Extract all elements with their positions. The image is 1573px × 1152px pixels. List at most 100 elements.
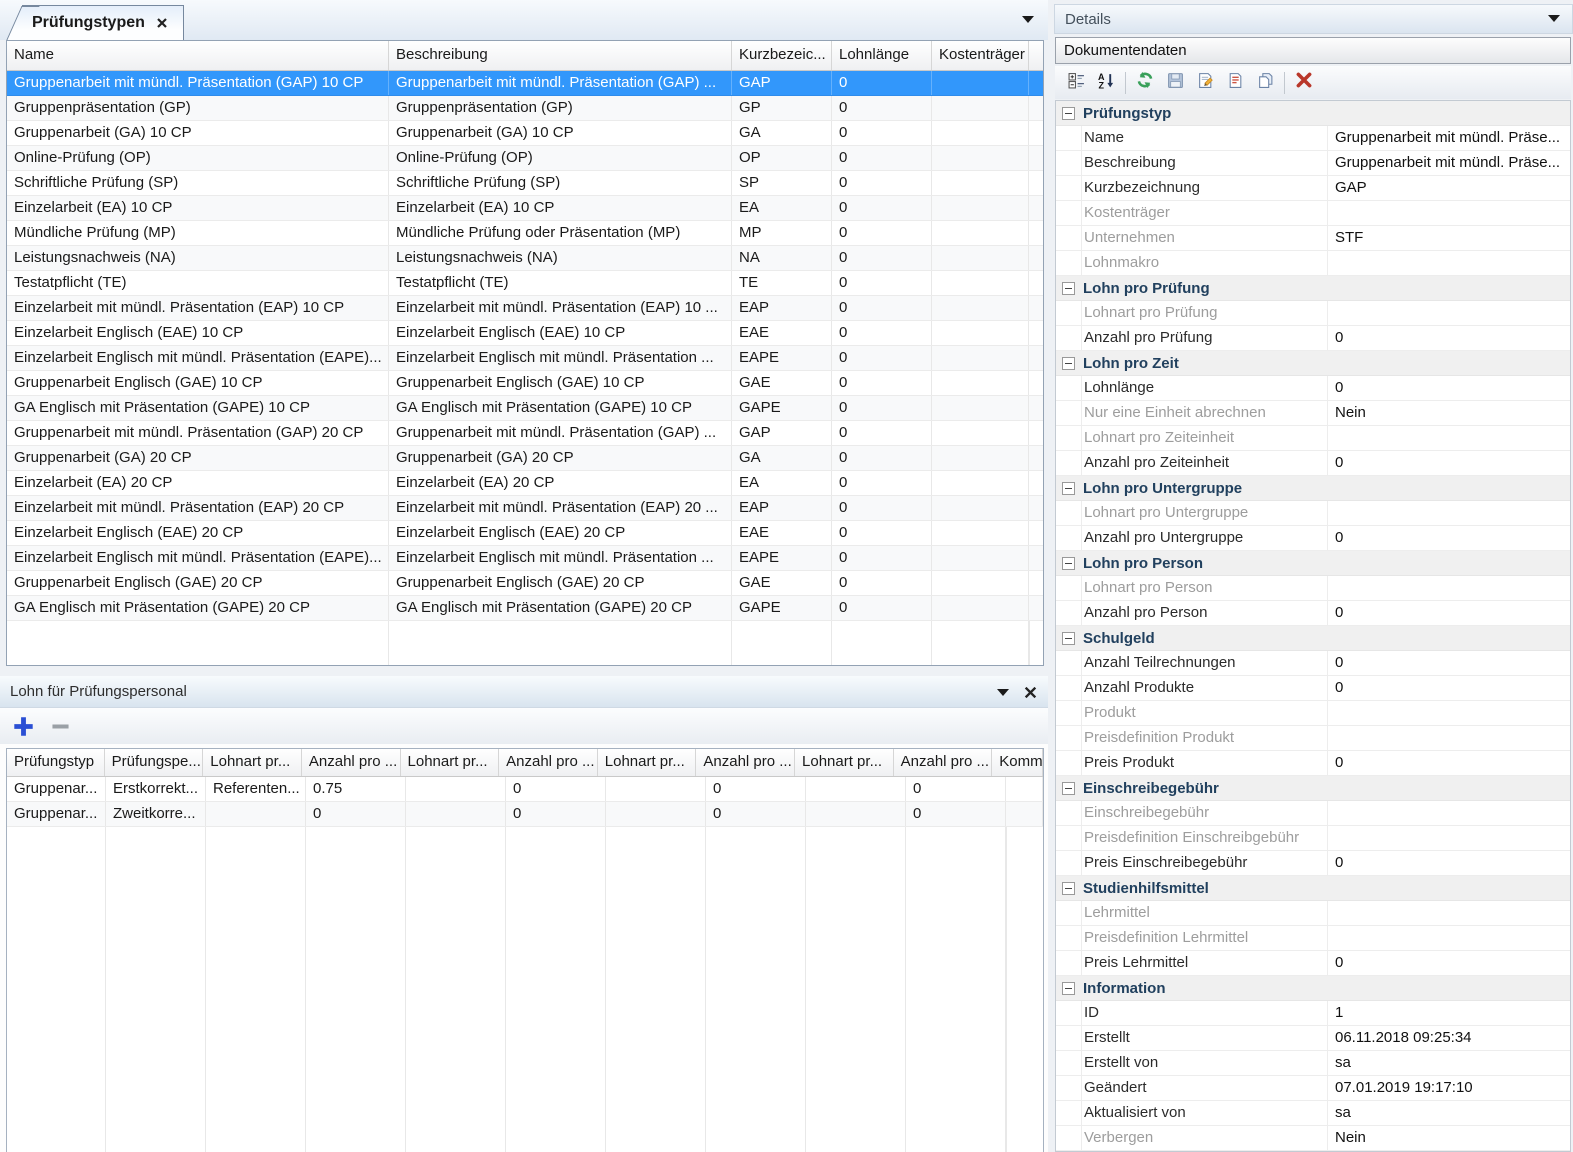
wage-row[interactable]: Gruppenar...Erstkorrekt...Referenten...0…	[7, 777, 1043, 802]
exam-type-column-header[interactable]: Lohnlänge	[832, 41, 932, 70]
exam-type-row[interactable]: Gruppenpräsentation (GP)Gruppenpräsentat…	[7, 96, 1043, 121]
document-data-bar[interactable]: Dokumentendaten	[1055, 37, 1571, 64]
property-value[interactable]: 0	[1327, 526, 1570, 550]
property-value[interactable]: 0	[1327, 451, 1570, 475]
property-value[interactable]: 0	[1327, 751, 1570, 775]
property-group-header[interactable]: Studienhilfsmittel	[1056, 876, 1570, 901]
property-row[interactable]: Preisdefinition Einschreibgebühr	[1056, 826, 1570, 851]
property-value[interactable]: sa	[1327, 1051, 1570, 1075]
wage-row[interactable]: Gruppenar...Zweitkorre...0000	[7, 802, 1043, 827]
property-group-header[interactable]: Lohn pro Prüfung	[1056, 276, 1570, 301]
wage-column-header[interactable]: Lohnart pr...	[598, 749, 697, 776]
property-row[interactable]: Lohnmakro	[1056, 251, 1570, 276]
exam-type-row[interactable]: Einzelarbeit Englisch mit mündl. Präsent…	[7, 546, 1043, 571]
property-row[interactable]: ID1	[1056, 1001, 1570, 1026]
property-value[interactable]	[1327, 301, 1570, 325]
property-row[interactable]: Anzahl Teilrechnungen0	[1056, 651, 1570, 676]
property-value[interactable]: 0	[1327, 951, 1570, 975]
exam-type-row[interactable]: Einzelarbeit Englisch mit mündl. Präsent…	[7, 346, 1043, 371]
collapse-minus-icon[interactable]	[1062, 107, 1075, 120]
categorized-button[interactable]	[1061, 70, 1091, 96]
add-row-button[interactable]	[12, 715, 35, 738]
wage-column-header[interactable]: Lohnart pr...	[203, 749, 302, 776]
collapse-minus-icon[interactable]	[1062, 632, 1075, 645]
property-value[interactable]: 07.01.2019 19:17:10	[1327, 1076, 1570, 1100]
exam-type-row[interactable]: Gruppenarbeit Englisch (GAE) 20 CPGruppe…	[7, 571, 1043, 596]
property-value[interactable]: 0	[1327, 376, 1570, 400]
exam-type-row[interactable]: Einzelarbeit mit mündl. Präsentation (EA…	[7, 496, 1043, 521]
property-row[interactable]: Preisdefinition Produkt	[1056, 726, 1570, 751]
property-value[interactable]: Nein	[1327, 1126, 1570, 1150]
property-value[interactable]	[1327, 726, 1570, 750]
property-value[interactable]: Nein	[1327, 401, 1570, 425]
wage-column-header[interactable]: Prüfungspe...	[105, 749, 204, 776]
property-row[interactable]: Preis Lehrmittel0	[1056, 951, 1570, 976]
property-row[interactable]: Preisdefinition Lehrmittel	[1056, 926, 1570, 951]
property-row[interactable]: Anzahl pro Person0	[1056, 601, 1570, 626]
property-value[interactable]: 06.11.2018 09:25:34	[1327, 1026, 1570, 1050]
wage-column-header[interactable]: Komm	[992, 749, 1043, 776]
property-row[interactable]: Einschreibegebühr	[1056, 801, 1570, 826]
exam-type-row[interactable]: Gruppenarbeit (GA) 10 CPGruppenarbeit (G…	[7, 121, 1043, 146]
property-row[interactable]: KurzbezeichnungGAP	[1056, 176, 1570, 201]
property-value[interactable]: 0	[1327, 676, 1570, 700]
copy-button[interactable]	[1250, 70, 1280, 96]
exam-type-row[interactable]: Gruppenarbeit Englisch (GAE) 10 CPGruppe…	[7, 371, 1043, 396]
exam-type-row[interactable]: Testatpflicht (TE)Testatpflicht (TE)TE0	[7, 271, 1043, 296]
property-row[interactable]: VerbergenNein	[1056, 1126, 1570, 1151]
edit-button[interactable]	[1190, 70, 1220, 96]
property-row[interactable]: Lohnlänge0	[1056, 376, 1570, 401]
property-value[interactable]: 1	[1327, 1001, 1570, 1025]
wage-column-header[interactable]: Lohnart pr...	[401, 749, 500, 776]
exam-type-row[interactable]: Gruppenarbeit mit mündl. Präsentation (G…	[7, 421, 1043, 446]
tab-close-icon[interactable]	[155, 16, 169, 30]
property-row[interactable]: Anzahl Produkte0	[1056, 676, 1570, 701]
tab-pruefungstypen[interactable]: Prüfungstypen	[22, 5, 184, 40]
property-row[interactable]: Anzahl pro Untergruppe0	[1056, 526, 1570, 551]
property-row[interactable]: NameGruppenarbeit mit mündl. Präse...	[1056, 126, 1570, 151]
exam-type-row[interactable]: Schriftliche Prüfung (SP)Schriftliche Pr…	[7, 171, 1043, 196]
wage-panel-menu-icon[interactable]	[997, 689, 1009, 696]
exam-type-row[interactable]: Einzelarbeit Englisch (EAE) 10 CPEinzela…	[7, 321, 1043, 346]
property-row[interactable]: Lohnart pro Prüfung	[1056, 301, 1570, 326]
delete-button[interactable]	[1289, 70, 1319, 96]
property-row[interactable]: Kostenträger	[1056, 201, 1570, 226]
property-row[interactable]: BeschreibungGruppenarbeit mit mündl. Prä…	[1056, 151, 1570, 176]
property-row[interactable]: Lohnart pro Untergruppe	[1056, 501, 1570, 526]
refresh-button[interactable]	[1130, 70, 1160, 96]
collapse-minus-icon[interactable]	[1062, 782, 1075, 795]
property-value[interactable]: 0	[1327, 601, 1570, 625]
property-row[interactable]: Lohnart pro Zeiteinheit	[1056, 426, 1570, 451]
property-group-header[interactable]: Lohn pro Person	[1056, 551, 1570, 576]
property-row[interactable]: Erstellt06.11.2018 09:25:34	[1056, 1026, 1570, 1051]
exam-type-row[interactable]: Online-Prüfung (OP)Online-Prüfung (OP)OP…	[7, 146, 1043, 171]
property-value[interactable]	[1327, 926, 1570, 950]
details-menu-icon[interactable]	[1548, 15, 1560, 22]
save-button[interactable]	[1160, 70, 1190, 96]
property-row[interactable]: UnternehmenSTF	[1056, 226, 1570, 251]
property-group-header[interactable]: Prüfungstyp	[1056, 101, 1570, 126]
property-row[interactable]: Preis Einschreibegebühr0	[1056, 851, 1570, 876]
property-row[interactable]: Produkt	[1056, 701, 1570, 726]
property-value[interactable]	[1327, 826, 1570, 850]
wage-panel-close-icon[interactable]	[1023, 685, 1038, 700]
wage-column-header[interactable]: Prüfungstyp	[7, 749, 105, 776]
exam-type-row[interactable]: Einzelarbeit mit mündl. Präsentation (EA…	[7, 296, 1043, 321]
wage-column-header[interactable]: Anzahl pro ...	[499, 749, 598, 776]
exam-type-column-header[interactable]: Kostenträger	[932, 41, 1029, 70]
property-value[interactable]	[1327, 201, 1570, 225]
exam-type-row[interactable]: GA Englisch mit Präsentation (GAPE) 10 C…	[7, 396, 1043, 421]
exam-type-row[interactable]: Einzelarbeit (EA) 20 CPEinzelarbeit (EA)…	[7, 471, 1043, 496]
property-value[interactable]: 0	[1327, 326, 1570, 350]
document-button[interactable]	[1220, 70, 1250, 96]
property-group-header[interactable]: Lohn pro Untergruppe	[1056, 476, 1570, 501]
exam-type-column-header[interactable]: Kurzbezeic...	[732, 41, 832, 70]
collapse-minus-icon[interactable]	[1062, 882, 1075, 895]
property-value[interactable]: STF	[1327, 226, 1570, 250]
property-value[interactable]: 0	[1327, 651, 1570, 675]
exam-type-row[interactable]: Mündliche Prüfung (MP)Mündliche Prüfung …	[7, 221, 1043, 246]
remove-row-button[interactable]	[49, 715, 72, 738]
wage-column-header[interactable]: Anzahl pro ...	[696, 749, 795, 776]
exam-type-column-header[interactable]: Beschreibung	[389, 41, 732, 70]
exam-type-row[interactable]: Leistungsnachweis (NA)Leistungsnachweis …	[7, 246, 1043, 271]
